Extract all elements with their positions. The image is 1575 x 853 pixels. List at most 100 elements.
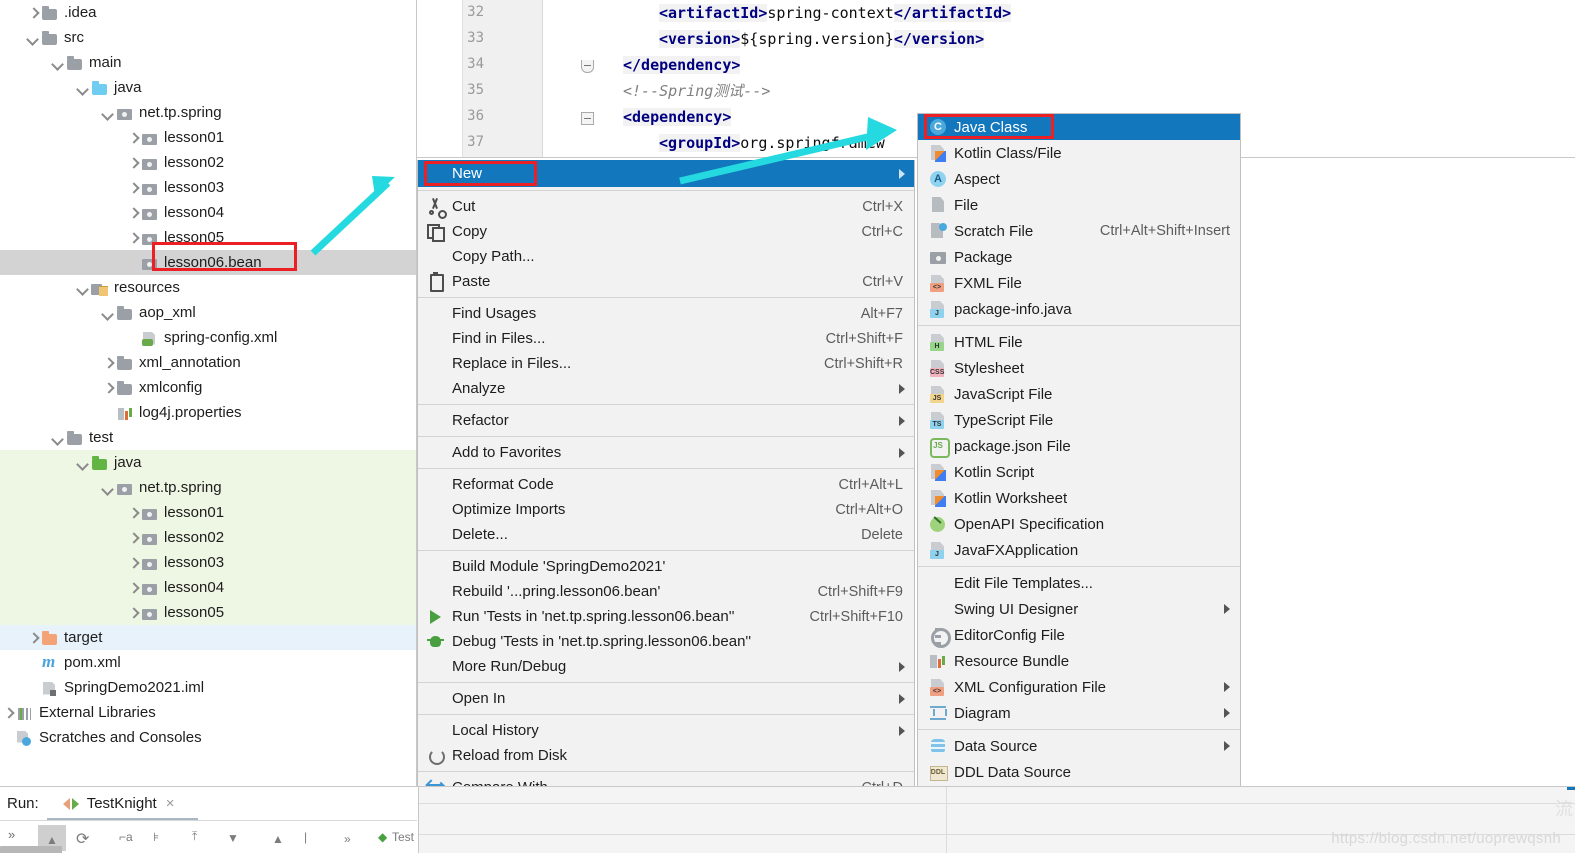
tree-node[interactable]: lesson05 xyxy=(0,600,417,625)
menu-item-delete[interactable]: Delete... Delete xyxy=(418,522,914,547)
chevron-down-icon[interactable] xyxy=(75,80,91,96)
menu-item-run-tests-in-net-tp-spring-lesson06-bean[interactable]: Run 'Tests in 'net.tp.spring.lesson06.be… xyxy=(418,604,914,629)
menu-item-replace-in-files[interactable]: Replace in Files... Ctrl+Shift+R xyxy=(418,351,914,376)
tree-node[interactable]: net.tp.spring xyxy=(0,100,417,125)
chevron-down-icon[interactable] xyxy=(25,30,41,46)
menu-item-cut[interactable]: Cut Ctrl+X xyxy=(418,194,914,219)
menu-item-kotlin-worksheet[interactable]: Kotlin Worksheet xyxy=(918,485,1240,511)
menu-item-data-source[interactable]: Data Source xyxy=(918,733,1240,759)
soft-wrap-icon[interactable]: ⌐a xyxy=(119,830,133,844)
chevron-right-icon[interactable] xyxy=(125,505,141,521)
menu-item-javafxapplication[interactable]: J JavaFXApplication xyxy=(918,537,1240,563)
menu-item-find-in-files[interactable]: Find in Files... Ctrl+Shift+F xyxy=(418,326,914,351)
chevron-right-icon[interactable] xyxy=(125,230,141,246)
menu-item-kotlin-script[interactable]: Kotlin Script xyxy=(918,459,1240,485)
menu-item-refactor[interactable]: Refactor xyxy=(418,408,914,433)
toolbar-button-2[interactable] xyxy=(0,846,62,853)
run-toolbar[interactable]: » ▲ ⟳ ⌐a ⊧ ⤒ ▼ ▲ | » ◆ Test xyxy=(0,820,417,853)
filter-icon[interactable]: ▼ xyxy=(227,831,239,845)
tree-node[interactable]: net.tp.spring xyxy=(0,475,417,500)
tree-node[interactable]: main xyxy=(0,50,417,75)
chevron-down-icon[interactable] xyxy=(100,480,116,496)
editor-gutter[interactable]: 32 33 34 35 36 37 xyxy=(463,0,594,158)
chevron-down-icon[interactable] xyxy=(50,55,66,71)
chevron-right-icon[interactable] xyxy=(100,355,116,371)
tree-node[interactable]: lesson03 xyxy=(0,175,417,200)
tree-node[interactable]: aop_xml xyxy=(0,300,417,325)
tree-node[interactable]: External Libraries xyxy=(0,700,417,725)
menu-item-editorconfig-file[interactable]: EditorConfig File xyxy=(918,622,1240,648)
menu-item-paste[interactable]: Paste Ctrl+V xyxy=(418,269,914,294)
menu-item-html-file[interactable]: H HTML File xyxy=(918,329,1240,355)
chevron-right-icon[interactable] xyxy=(125,130,141,146)
chevron-down-icon[interactable] xyxy=(75,455,91,471)
menu-item-edit-file-templates[interactable]: Edit File Templates... xyxy=(918,570,1240,596)
menu-item-analyze[interactable]: Analyze xyxy=(418,376,914,401)
chevron-right-icon[interactable] xyxy=(100,380,116,396)
menu-item-scratch-file[interactable]: Scratch File Ctrl+Alt+Shift+Insert xyxy=(918,218,1240,244)
menu-item-build-module-springdemo2021[interactable]: Build Module 'SpringDemo2021' xyxy=(418,554,914,579)
run-tool-window[interactable]: Run: TestKnight × » ▲ ⟳ ⌐a ⊧ ⤒ ▼ ▲ | » ◆… xyxy=(0,786,1575,853)
menu-item-reload-from-disk[interactable]: Reload from Disk xyxy=(418,743,914,768)
tree-node[interactable]: lesson06.bean xyxy=(0,250,417,275)
list-icon[interactable]: ⊧ xyxy=(153,830,159,844)
menu-item-stylesheet[interactable]: CSS Stylesheet xyxy=(918,355,1240,381)
menu-item-aspect[interactable]: Aspect xyxy=(918,166,1240,192)
menu-item-swing-ui-designer[interactable]: Swing UI Designer xyxy=(918,596,1240,622)
chevron-right-icon[interactable] xyxy=(125,180,141,196)
menu-item-find-usages[interactable]: Find Usages Alt+F7 xyxy=(418,301,914,326)
more-icon[interactable]: » xyxy=(344,832,351,846)
menu-item-kotlin-class-file[interactable]: Kotlin Class/File xyxy=(918,140,1240,166)
chevron-right-icon[interactable] xyxy=(125,605,141,621)
menu-item-debug-tests-in-net-tp-spring-lesson06-bean[interactable]: Debug 'Tests in 'net.tp.spring.lesson06.… xyxy=(418,629,914,654)
tree-node[interactable]: .idea xyxy=(0,0,417,25)
menu-item-package[interactable]: Package xyxy=(918,244,1240,270)
menu-item-rebuild-pring-lesson06-bean[interactable]: Rebuild '...pring.lesson06.bean' Ctrl+Shi… xyxy=(418,579,914,604)
menu-item-javascript-file[interactable]: JS JavaScript File xyxy=(918,381,1240,407)
menu-item-openapi-specification[interactable]: OpenAPI Specification xyxy=(918,511,1240,537)
chevron-right-icon[interactable] xyxy=(125,555,141,571)
menu-item-add-to-favorites[interactable]: Add to Favorites xyxy=(418,440,914,465)
tree-node[interactable]: lesson03 xyxy=(0,550,417,575)
scroll-to-top-icon[interactable]: ⤒ xyxy=(192,829,197,844)
tree-node[interactable]: lesson01 xyxy=(0,125,417,150)
scroll-up-icon[interactable]: ▲ xyxy=(46,833,58,847)
tree-node[interactable]: java xyxy=(0,450,417,475)
chevron-down-icon[interactable] xyxy=(100,305,116,321)
tree-node[interactable]: src xyxy=(0,25,417,50)
close-icon[interactable]: × xyxy=(166,795,175,812)
tree-node[interactable]: pom.xml xyxy=(0,650,417,675)
tree-node[interactable]: java xyxy=(0,75,417,100)
chevron-down-icon[interactable] xyxy=(50,430,66,446)
menu-item-ddl-data-source[interactable]: DDL Data Source xyxy=(918,759,1240,785)
tree-node[interactable]: SpringDemo2021.iml xyxy=(0,675,417,700)
tree-node[interactable]: lesson02 xyxy=(0,150,417,175)
tree-node[interactable]: Scratches and Consoles xyxy=(0,725,417,750)
menu-item-copy-path[interactable]: Copy Path... xyxy=(418,244,914,269)
menu-item-local-history[interactable]: Local History xyxy=(418,718,914,743)
menu-item-file[interactable]: File xyxy=(918,192,1240,218)
project-tool-window[interactable]: .idea src main java net.tp.spring lesson01 les… xyxy=(0,0,417,786)
tree-node[interactable]: lesson02 xyxy=(0,525,417,550)
menu-item-xml-configuration-file[interactable]: <> XML Configuration File xyxy=(918,674,1240,700)
menu-item-copy[interactable]: Copy Ctrl+C xyxy=(418,219,914,244)
tree-node[interactable]: lesson01 xyxy=(0,500,417,525)
menu-item-package-info-java[interactable]: Jpackage-info.java xyxy=(918,296,1240,322)
tree-node[interactable]: lesson04 xyxy=(0,575,417,600)
menu-item-new[interactable]: New xyxy=(418,160,914,187)
tree-node[interactable]: target xyxy=(0,625,417,650)
new-submenu[interactable]: Java Class Kotlin Class/File Aspect File Scr… xyxy=(917,113,1241,853)
expand-toolbar-icon[interactable]: » xyxy=(8,827,15,842)
tree-node[interactable]: test xyxy=(0,425,417,450)
chevron-down-icon[interactable] xyxy=(75,280,91,296)
menu-item-reformat-code[interactable]: Reformat Code Ctrl+Alt+L xyxy=(418,472,914,497)
run-tab-testknight[interactable]: TestKnight × xyxy=(62,795,175,812)
tree-node[interactable]: xmlconfig xyxy=(0,375,417,400)
chevron-right-icon[interactable] xyxy=(125,580,141,596)
menu-item-java-class[interactable]: Java Class xyxy=(918,114,1240,140)
menu-item-open-in[interactable]: Open In xyxy=(418,686,914,711)
menu-item-diagram[interactable]: Diagram xyxy=(918,700,1240,726)
chevron-right-icon[interactable] xyxy=(125,530,141,546)
tree-node[interactable]: resources xyxy=(0,275,417,300)
chevron-right-icon[interactable] xyxy=(0,705,16,721)
